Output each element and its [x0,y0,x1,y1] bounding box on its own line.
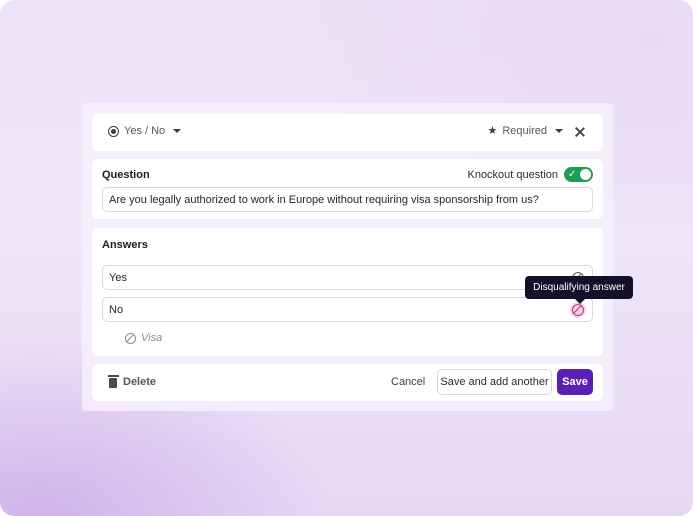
answer-value: No [109,303,124,316]
question-input[interactable]: Are you legally authorized to work in Eu… [102,187,593,212]
delete-label: Delete [123,376,157,388]
question-label: Question [102,169,150,181]
delete-button[interactable]: Delete [107,375,157,388]
answer-input-yes[interactable]: Yes [102,265,593,290]
save-button[interactable]: Save [557,369,593,395]
knockout-toggle-group: Knockout question ✓ [467,167,593,182]
tag-label: Visa [141,332,163,344]
chevron-down-icon [555,129,563,133]
toggle-knob [580,169,591,180]
question-type-label: Yes / No [124,125,166,137]
radio-icon [108,125,119,137]
knockout-label: Knockout question [467,168,558,181]
disqualifying-answer-tooltip: Disqualifying answer [525,276,633,304]
trash-icon [107,375,119,388]
disqualification-tag[interactable]: Visa [125,332,162,344]
check-icon: ✓ [568,169,577,180]
answer-input-no[interactable]: No [102,297,593,322]
required-dropdown[interactable]: ★ Required [487,125,563,137]
required-label: Required [502,125,547,137]
ban-icon [125,332,136,344]
knockout-toggle[interactable]: ✓ [564,167,593,182]
question-editor: Yes / No ★ Required Question Knockout qu… [82,103,613,411]
answer-value: Yes [109,271,127,284]
question-type-dropdown[interactable]: Yes / No [108,125,182,137]
question-type-bar: Yes / No ★ Required [92,114,603,151]
cancel-button[interactable]: Cancel [391,376,425,388]
chevron-down-icon [173,129,182,133]
star-icon: ★ [487,124,498,137]
close-icon[interactable] [574,126,586,138]
save-and-add-another-button[interactable]: Save and add another [437,369,552,395]
action-bar: Delete Cancel Save and add another Save [92,364,603,401]
answers-label: Answers [102,239,148,251]
disqualify-toggle-icon[interactable] [572,304,584,316]
question-section: Question Knockout question ✓ Are you leg… [92,159,603,219]
